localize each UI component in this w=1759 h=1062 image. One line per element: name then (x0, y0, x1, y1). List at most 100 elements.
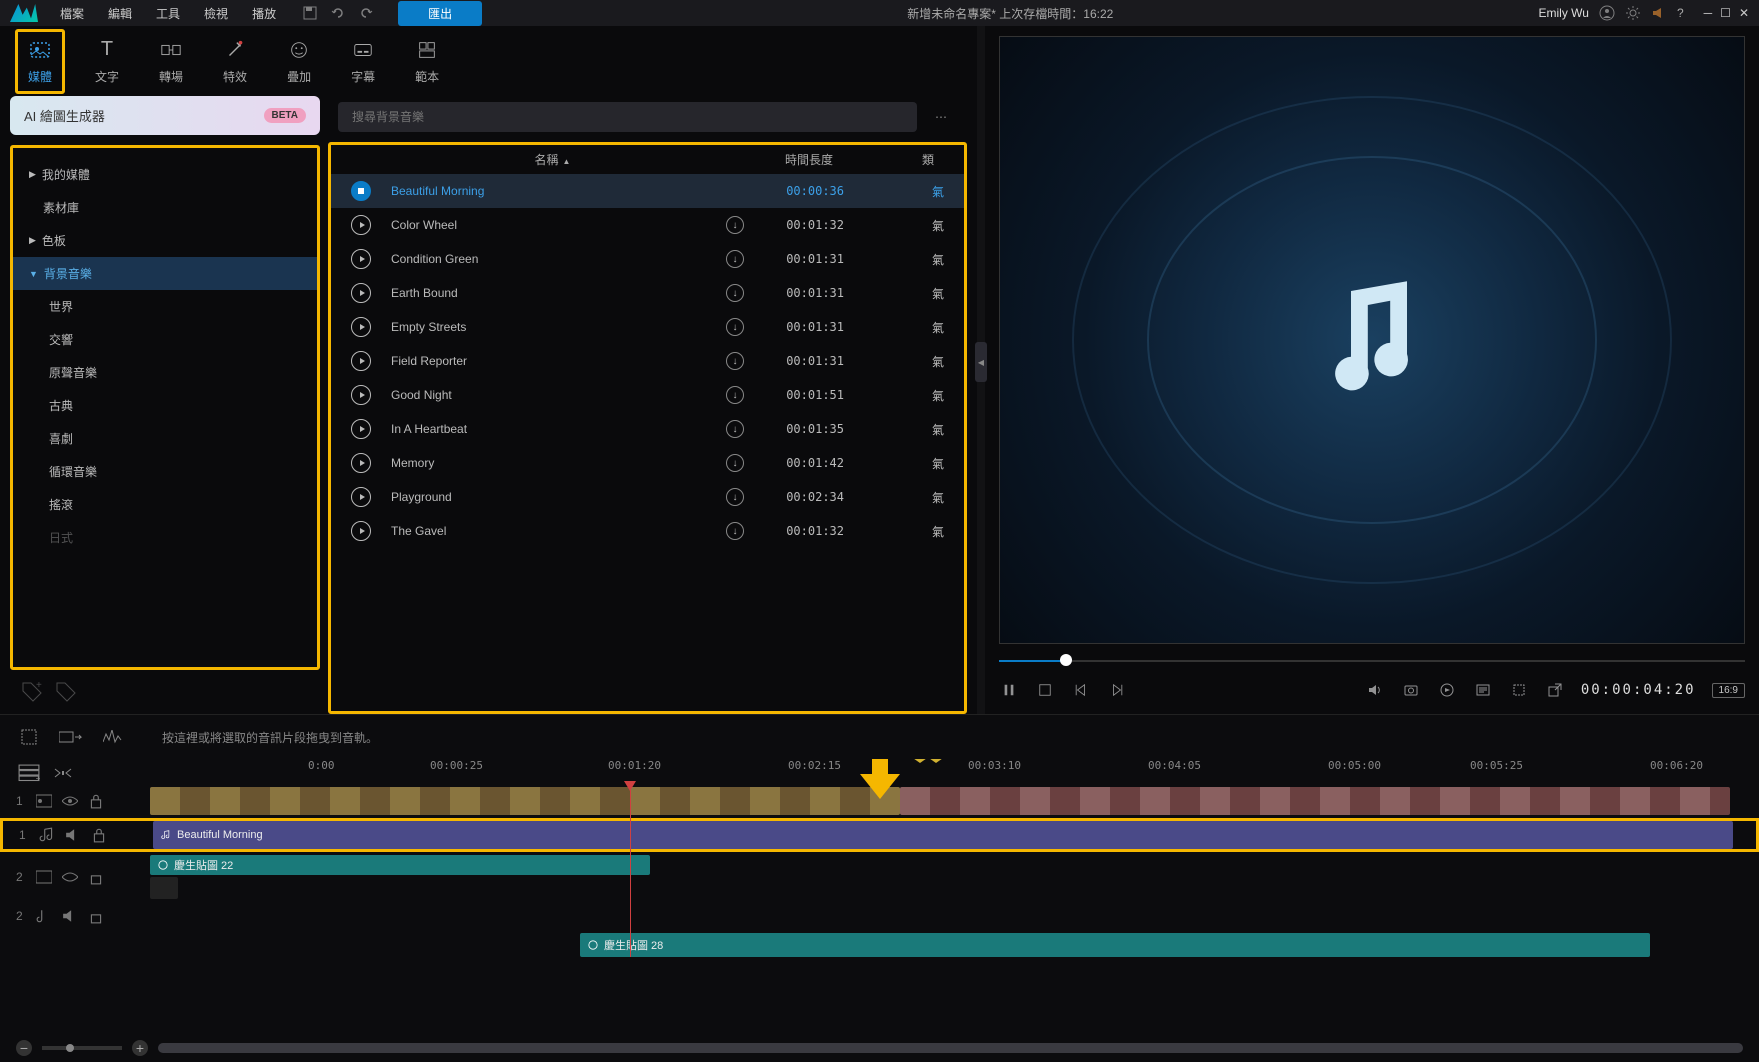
timeline-scrollbar[interactable] (158, 1043, 1743, 1053)
sidebar-stock[interactable]: 素材庫 (13, 191, 317, 224)
column-name[interactable]: 名稱▲ (361, 151, 744, 168)
add-tag-icon[interactable]: + (20, 680, 44, 704)
sidebar-bgm[interactable]: ▼背景音樂 (13, 257, 317, 290)
track-row[interactable]: Memory↓00:01:42氣 (331, 446, 964, 480)
audio-clip-beautiful-morning[interactable]: Beautiful Morning (153, 821, 1733, 849)
fx-clip-2[interactable]: 慶生貼圖 28 (580, 933, 1650, 957)
playhead[interactable] (630, 787, 631, 957)
minimize-icon[interactable]: ─ (1704, 6, 1713, 20)
video-clip-1[interactable] (150, 787, 900, 815)
tab-text[interactable]: T文字 (85, 32, 129, 91)
stop-button[interactable] (1035, 680, 1055, 700)
menu-play[interactable]: 播放 (242, 1, 286, 26)
tab-template[interactable]: 範本 (405, 32, 449, 91)
next-frame-button[interactable] (1107, 680, 1127, 700)
track-row[interactable]: Empty Streets↓00:01:31氣 (331, 310, 964, 344)
play-icon[interactable] (351, 385, 371, 405)
user-name[interactable]: Emily Wu (1539, 6, 1589, 20)
collapse-handle-icon[interactable]: ◀ (975, 342, 987, 382)
sidebar-my-media[interactable]: ▶我的媒體 (13, 158, 317, 191)
play-icon[interactable] (351, 317, 371, 337)
popout-icon[interactable] (1545, 680, 1565, 700)
scrubber-handle[interactable] (1060, 654, 1072, 666)
track-row[interactable]: In A Heartbeat↓00:01:35氣 (331, 412, 964, 446)
export-button[interactable]: 匯出 (398, 1, 482, 26)
sidebar-sub-rock[interactable]: 搖滾 (13, 488, 317, 521)
help-icon[interactable]: ? (1677, 6, 1684, 20)
more-options-icon[interactable]: ⋯ (925, 110, 957, 124)
video-clip-2[interactable] (900, 787, 1730, 815)
volume-icon[interactable] (1365, 680, 1385, 700)
track-row[interactable]: Beautiful Morning00:00:36氣 (331, 174, 964, 208)
play-icon[interactable] (351, 215, 371, 235)
column-type[interactable]: 類 (874, 151, 934, 168)
track-row[interactable]: The Gavel↓00:01:32氣 (331, 514, 964, 548)
stop-icon[interactable] (351, 181, 371, 201)
sidebar-sub-symphony[interactable]: 交響 (13, 323, 317, 356)
undo-icon[interactable] (330, 5, 346, 21)
lock-icon[interactable] (88, 869, 104, 885)
timeline-waveform-icon[interactable] (100, 724, 126, 750)
download-icon[interactable]: ↓ (726, 420, 744, 438)
menu-file[interactable]: 檔案 (50, 1, 94, 26)
sidebar-sub-comedy[interactable]: 喜劇 (13, 422, 317, 455)
user-avatar-icon[interactable] (1599, 5, 1615, 21)
sidebar-sub-world[interactable]: 世界 (13, 290, 317, 323)
tag-icon[interactable] (54, 680, 78, 704)
track-row[interactable]: Color Wheel↓00:01:32氣 (331, 208, 964, 242)
sidebar-sub-japanese[interactable]: 日式 (13, 521, 317, 554)
preview-scrubber[interactable] (999, 652, 1745, 668)
zoom-in-button[interactable]: + (132, 1040, 148, 1056)
download-icon[interactable]: ↓ (726, 250, 744, 268)
tab-transition[interactable]: 轉場 (149, 32, 193, 91)
play-icon[interactable] (351, 419, 371, 439)
download-icon[interactable]: ↓ (726, 488, 744, 506)
tab-subtitle[interactable]: 字幕 (341, 32, 385, 91)
sidebar-sub-soundtrack[interactable]: 原聲音樂 (13, 356, 317, 389)
zoom-slider[interactable] (42, 1046, 122, 1050)
aspect-ratio-badge[interactable]: 16:9 (1712, 683, 1745, 698)
ai-generator-button[interactable]: AI 繪圖生成器 BETA (10, 96, 320, 135)
prev-frame-button[interactable] (1071, 680, 1091, 700)
download-icon[interactable]: ↓ (726, 352, 744, 370)
play-icon[interactable] (351, 283, 371, 303)
info-panel-icon[interactable] (1473, 680, 1493, 700)
lock-icon[interactable] (88, 908, 104, 924)
play-icon[interactable] (351, 453, 371, 473)
track-view-icon[interactable]: + (16, 760, 42, 786)
track-row[interactable]: Playground↓00:02:34氣 (331, 480, 964, 514)
pause-button[interactable] (999, 680, 1019, 700)
redo-icon[interactable] (358, 5, 374, 21)
visibility-icon[interactable] (62, 793, 78, 809)
lock-icon[interactable] (91, 827, 107, 843)
track-magnet-icon[interactable] (50, 760, 76, 786)
download-icon[interactable]: ↓ (726, 454, 744, 472)
timeline-storyboard-icon[interactable] (58, 724, 84, 750)
download-icon[interactable]: ↓ (726, 522, 744, 540)
tab-media[interactable]: 媒體 (15, 29, 65, 94)
download-icon[interactable]: ↓ (726, 284, 744, 302)
play-icon[interactable] (351, 521, 371, 541)
track-row[interactable]: Good Night↓00:01:51氣 (331, 378, 964, 412)
zoom-out-button[interactable]: − (16, 1040, 32, 1056)
sidebar-sub-loop[interactable]: 循環音樂 (13, 455, 317, 488)
fx-clip-1[interactable]: 慶生貼圖 22 (150, 855, 650, 875)
play-icon[interactable] (351, 249, 371, 269)
mute-icon[interactable] (65, 827, 81, 843)
mute-icon[interactable] (62, 908, 78, 924)
download-icon[interactable]: ↓ (726, 386, 744, 404)
tab-effects[interactable]: 特效 (213, 32, 257, 91)
sidebar-colorboard[interactable]: ▶色板 (13, 224, 317, 257)
menu-edit[interactable]: 編輯 (98, 1, 142, 26)
menu-view[interactable]: 檢視 (194, 1, 238, 26)
sidebar-sub-classical[interactable]: 古典 (13, 389, 317, 422)
panel-divider[interactable]: ◀ (977, 26, 985, 714)
track-row[interactable]: Condition Green↓00:01:31氣 (331, 242, 964, 276)
timeline-selector-icon[interactable] (16, 724, 42, 750)
track-row[interactable]: Earth Bound↓00:01:31氣 (331, 276, 964, 310)
crop-icon[interactable] (1509, 680, 1529, 700)
close-icon[interactable]: ✕ (1739, 6, 1749, 20)
download-icon[interactable]: ↓ (726, 318, 744, 336)
play-icon[interactable] (351, 351, 371, 371)
range-markers[interactable] (914, 759, 942, 763)
